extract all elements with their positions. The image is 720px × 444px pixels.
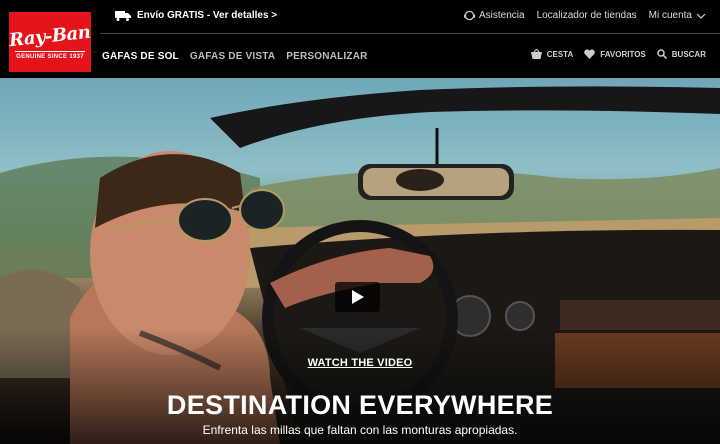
- my-account-link[interactable]: Mi cuenta: [649, 10, 706, 21]
- category-menu: GAFAS DE SOL GAFAS DE VISTA PERSONALIZAR: [102, 51, 379, 62]
- cart-button[interactable]: CESTA: [530, 49, 574, 59]
- support-link[interactable]: Asistencia: [463, 10, 525, 21]
- hero-subheadline: Enfrenta las millas que faltan con las m…: [202, 423, 518, 437]
- main-navigation: GAFAS DE SOL GAFAS DE VISTA PERSONALIZAR…: [100, 34, 720, 78]
- truck-icon: [115, 10, 131, 21]
- site-header: Ray-Ban GENUINE SINCE 1937 Envío GRATIS …: [0, 0, 720, 78]
- logo-divider: [15, 51, 85, 52]
- nav-item-gafas-de-vista[interactable]: GAFAS DE VISTA: [190, 51, 275, 62]
- support-icon: [463, 10, 475, 21]
- nav-item-gafas-de-sol[interactable]: GAFAS DE SOL: [102, 51, 179, 62]
- my-account-label: Mi cuenta: [648, 10, 692, 21]
- utility-links: Asistencia Localizador de tiendas Mi cue…: [452, 10, 706, 21]
- nav-item-personalizar[interactable]: PERSONALIZAR: [286, 51, 367, 62]
- store-locator-link[interactable]: Localizador de tiendas: [537, 10, 637, 21]
- free-shipping-link[interactable]: Envío GRATIS - Ver detalles >: [115, 10, 277, 21]
- watch-video-link[interactable]: WATCH THE VIDEO: [0, 357, 720, 369]
- chevron-down-icon: [696, 13, 706, 19]
- store-locator-label: Localizador de tiendas: [536, 10, 637, 21]
- shipping-text: Envío GRATIS - Ver detalles >: [137, 10, 278, 21]
- header-actions: CESTA FAVORITOS BUSCAR: [520, 49, 706, 59]
- top-utility-bar: Envío GRATIS - Ver detalles > Asistencia…: [100, 0, 720, 34]
- favorites-label: FAVORITOS: [600, 49, 646, 59]
- search-icon: [657, 49, 667, 59]
- heart-icon: [584, 49, 596, 59]
- favorites-button[interactable]: FAVORITOS: [584, 49, 646, 59]
- hero-banner[interactable]: WATCH THE VIDEO DESTINATION EVERYWHERE E…: [0, 78, 720, 444]
- cart-label: CESTA: [546, 49, 574, 59]
- search-label: BUSCAR: [671, 49, 706, 59]
- hero-headline: DESTINATION EVERYWHERE: [166, 390, 554, 420]
- logo-tagline: GENUINE SINCE 1937: [16, 54, 84, 60]
- support-label: Asistencia: [478, 10, 525, 21]
- play-video-button[interactable]: [335, 282, 380, 312]
- rayban-logo[interactable]: Ray-Ban GENUINE SINCE 1937: [8, 12, 92, 72]
- basket-icon: [530, 49, 542, 59]
- play-icon: [351, 290, 364, 304]
- search-button[interactable]: BUSCAR: [657, 49, 706, 59]
- logo-wordmark: Ray-Ban: [8, 21, 92, 52]
